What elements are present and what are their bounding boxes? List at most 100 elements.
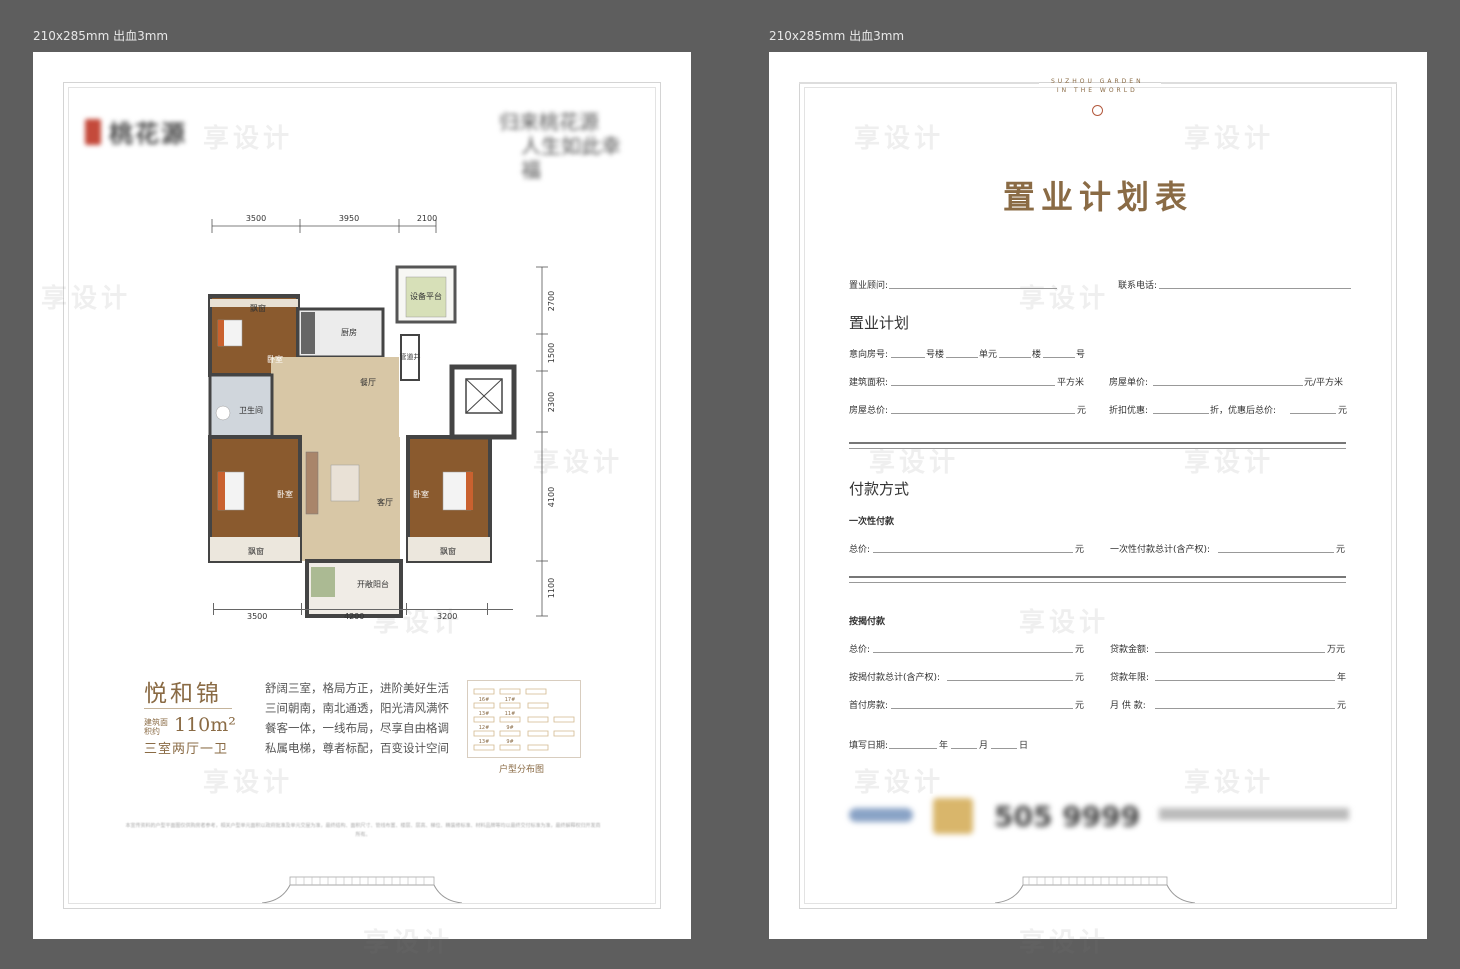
mortgage-total-price-label: 总价: xyxy=(849,645,871,655)
site-building: 12# xyxy=(479,725,490,731)
room-label-pipe-shaft: 管道井 xyxy=(400,352,421,361)
site-building: 13# xyxy=(479,711,490,717)
total-price-label: 房屋总价: xyxy=(849,406,889,416)
lump-total-price-label: 总价: xyxy=(849,545,871,555)
area-unit: 平方米 xyxy=(1057,378,1085,388)
room-label-living: 客厅 xyxy=(377,497,393,507)
slogan-line: 人生如此幸福 xyxy=(521,134,621,182)
plan-heading: 置业计划 xyxy=(849,314,910,332)
consultant-label: 置业顾问: xyxy=(849,281,889,291)
floor-plan-walls xyxy=(208,265,517,618)
room-label-bedroom-2: 卧室 xyxy=(277,489,293,499)
discounted-total-unit: 元 xyxy=(1338,406,1348,416)
discount-field[interactable] xyxy=(1153,413,1209,414)
unit-price-unit: 元/平方米 xyxy=(1304,378,1344,388)
room-label-bay-window-3: 飘窗 xyxy=(440,546,456,556)
dim-top-1: 3500 xyxy=(246,214,266,223)
floorplan-sheet: 享设计 享设计 享设计 享设计 享设计 享设计 桃花源 归来桃花源 人生如此幸福… xyxy=(33,52,691,958)
discount-unit: 折，优惠后总价: xyxy=(1210,406,1277,416)
building-field[interactable] xyxy=(891,357,925,358)
number-field[interactable] xyxy=(1043,357,1075,358)
discount-label: 折扣优惠: xyxy=(1109,406,1149,416)
date-day-field[interactable] xyxy=(991,748,1017,749)
room-label-dining: 餐厅 xyxy=(360,378,376,387)
feature-line: 餐客一体，一线布局，尽享自由格调 xyxy=(265,721,449,735)
mortgage-total-price-unit: 元 xyxy=(1075,645,1085,655)
payment-heading: 付款方式 xyxy=(849,480,910,498)
dimension-right xyxy=(536,266,548,617)
date-year-field[interactable] xyxy=(889,748,937,749)
brand-tagline: SUZHOU GARDEN IN THE WORLD xyxy=(1051,77,1144,95)
room-label-balcony: 开敞阳台 xyxy=(357,579,389,589)
lump-sum-total-field[interactable] xyxy=(1218,552,1334,553)
building-unit: 号楼 xyxy=(926,350,945,360)
header-rule-right xyxy=(1161,82,1397,84)
slogan-line: 归来桃花源 xyxy=(499,110,599,134)
monthly-payment-field[interactable] xyxy=(1155,708,1335,709)
unit-name: 悦和锦 xyxy=(144,681,222,707)
dim-right-2: 1500 xyxy=(547,343,556,363)
hotline-number: 505 9999 xyxy=(994,800,1141,833)
unit-field[interactable] xyxy=(946,357,978,358)
floor-field[interactable] xyxy=(999,357,1031,358)
date-month-field[interactable] xyxy=(951,748,977,749)
section-divider xyxy=(849,442,1346,444)
room-label-kitchen: 厨房 xyxy=(341,327,357,337)
floor-plan-drawing: 3500 3950 2100 3000 2500 3800 1100 xyxy=(156,214,556,659)
room-label-bay-window-2: 飘窗 xyxy=(248,546,264,556)
calligraphy-slogan: 归来桃花源 人生如此幸福 xyxy=(499,110,639,182)
brand-tagline-line: SUZHOU GARDEN xyxy=(1051,78,1144,85)
logo-mark-icon xyxy=(85,118,101,145)
unit-price-field[interactable] xyxy=(1153,385,1303,386)
unit-area: 建筑面积约 110m² xyxy=(144,714,236,736)
number-unit: 号 xyxy=(1076,350,1086,360)
mortgage-total-price-field[interactable] xyxy=(873,652,1073,653)
seal-icon xyxy=(1092,105,1103,116)
phone-field[interactable] xyxy=(1159,288,1351,289)
disclaimer: 本宣传资料的户型平面图仅供购房者参考，相关户型单元面积以政府批准及单元交屋为准，… xyxy=(125,823,601,838)
discounted-total-field[interactable] xyxy=(1290,413,1336,414)
lump-total-price-unit: 元 xyxy=(1075,545,1085,555)
section-divider-thin xyxy=(849,582,1346,583)
area-value: 110m² xyxy=(174,714,236,736)
mortgage-pay-total-field[interactable] xyxy=(947,680,1073,681)
loan-amount-label: 贷款金额: xyxy=(1110,645,1150,655)
feature-line: 舒阔三室，格局方正，进阶美好生活 xyxy=(265,681,449,695)
feature-line: 私属电梯，尊者标配，百变设计空间 xyxy=(265,741,449,755)
site-map-label: 户型分布图 xyxy=(499,765,545,775)
consultant-field[interactable] xyxy=(889,288,1057,289)
dim-right-4: 4100 xyxy=(547,487,556,507)
project-logo-icon xyxy=(933,798,973,834)
page-label-right: 210x285mm 出血3mm xyxy=(769,29,905,43)
down-payment-field[interactable] xyxy=(891,708,1073,709)
dim-top-3: 2100 xyxy=(417,214,437,223)
floor-plan: 3500 3950 2100 3000 2500 3800 1100 xyxy=(156,207,563,659)
mortgage-heading: 按揭付款 xyxy=(849,617,886,627)
header-rule-left xyxy=(799,82,1039,84)
down-payment-unit: 元 xyxy=(1075,701,1085,711)
total-price-field[interactable] xyxy=(891,413,1075,414)
monthly-payment-unit: 元 xyxy=(1337,701,1347,711)
dim-bottom-2: 4200 xyxy=(344,612,365,621)
lump-total-price-field[interactable] xyxy=(873,552,1073,553)
site-building: 11# xyxy=(505,711,516,717)
dim-right-1: 2700 xyxy=(547,291,556,311)
page-label-left: 210x285mm 出血3mm xyxy=(33,29,169,43)
loan-years-label: 贷款年限: xyxy=(1110,673,1150,683)
dim-bottom-3: 3200 xyxy=(437,612,458,621)
site-building: 17# xyxy=(505,697,516,703)
area-field[interactable] xyxy=(891,385,1055,386)
room-label-bedroom-3: 卧室 xyxy=(413,489,429,499)
loan-years-field[interactable] xyxy=(1155,680,1335,681)
area-label: 建筑面积: xyxy=(849,378,889,388)
document-title: 置业计划表 xyxy=(1002,178,1193,216)
loan-amount-field[interactable] xyxy=(1155,652,1325,653)
dim-top-2: 3950 xyxy=(339,214,359,223)
purchase-plan-sheet: 享设计 享设计 享设计 享设计 享设计 享设计 享设计 享设计 享设计 SUZH… xyxy=(769,52,1427,958)
site-map: 16# 17# 13# 11# 12# 9# 13# 9# xyxy=(467,680,581,758)
dim-right-3: 2300 xyxy=(547,392,556,412)
phone-label: 联系电话: xyxy=(1118,281,1158,291)
site-map-drawing: 16# 17# 13# 11# 12# 9# 13# 9# xyxy=(473,688,575,751)
loan-years-unit: 年 xyxy=(1337,673,1347,683)
site-building: 13# xyxy=(479,739,490,745)
